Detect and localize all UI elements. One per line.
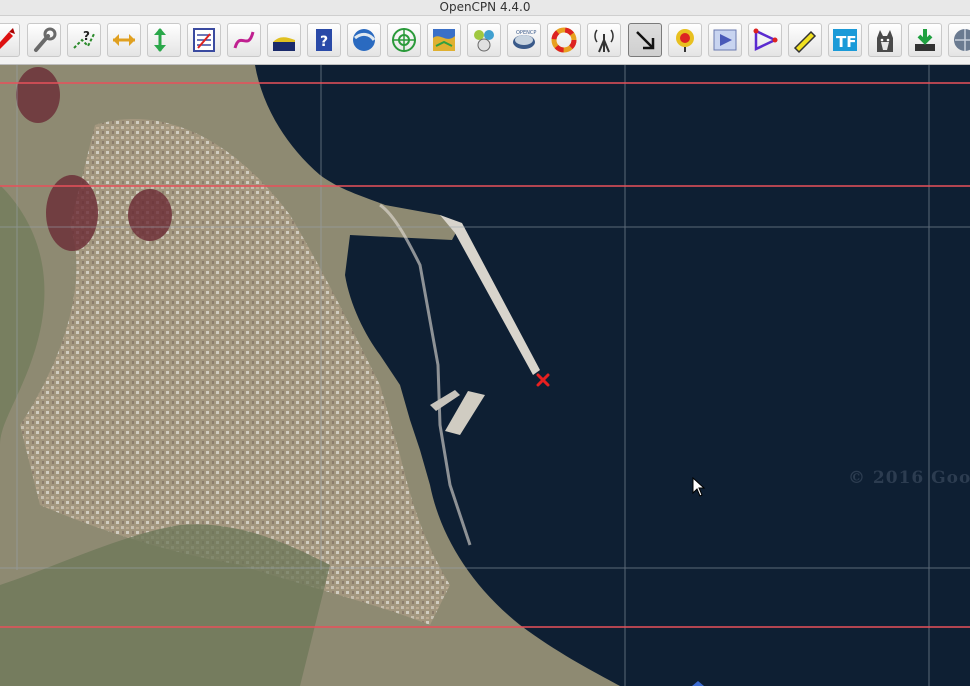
tide-icon[interactable] — [267, 23, 301, 57]
routes-icon[interactable] — [0, 23, 20, 57]
weather-grib-icon[interactable] — [427, 23, 461, 57]
ruler-icon[interactable] — [788, 23, 822, 57]
title-bar: OpenCPN 4.4.0 — [0, 0, 970, 16]
text-tf-icon[interactable]: TF — [828, 23, 862, 57]
globe-icon[interactable] — [948, 23, 970, 57]
arrow-down-right-icon[interactable] — [628, 23, 662, 57]
husky-dog-icon[interactable] — [868, 23, 902, 57]
mob-lifebuoy-icon[interactable] — [547, 23, 581, 57]
save-download-icon[interactable] — [908, 23, 942, 57]
svg-text:?: ? — [320, 34, 328, 50]
scale-horizontal-icon[interactable] — [107, 23, 141, 57]
dashboard-icon[interactable] — [467, 23, 501, 57]
svg-text:TF: TF — [836, 33, 856, 51]
chart-canvas[interactable]: © 2016 Goo — [0, 65, 970, 686]
red-vegetation-patch — [16, 67, 60, 123]
google-earth-icon[interactable] — [347, 23, 381, 57]
chart-map[interactable] — [0, 65, 970, 686]
help-book-icon[interactable]: ? — [307, 23, 341, 57]
window-title: OpenCPN 4.4.0 — [439, 0, 531, 14]
waypoint-triangle-icon[interactable] — [748, 23, 782, 57]
radar-target-icon[interactable] — [387, 23, 421, 57]
svg-text:OPENCP: OPENCP — [516, 30, 536, 36]
settings-wrench-icon[interactable] — [27, 23, 61, 57]
track-icon[interactable] — [227, 23, 261, 57]
svg-text:?: ? — [83, 29, 90, 43]
route-play-icon[interactable] — [708, 23, 742, 57]
route-manager-icon[interactable] — [187, 23, 221, 57]
red-vegetation-patch — [128, 189, 172, 241]
map-watermark: © 2016 Goo — [848, 468, 970, 488]
chart-download-icon[interactable]: OPENCP — [507, 23, 541, 57]
main-toolbar: ? ? OPENCP TF — [0, 16, 970, 65]
scale-vertical-icon[interactable] — [147, 23, 181, 57]
ais-antenna-icon[interactable] — [587, 23, 621, 57]
mark-add-icon[interactable] — [668, 23, 702, 57]
route-help-icon[interactable]: ? — [67, 23, 101, 57]
